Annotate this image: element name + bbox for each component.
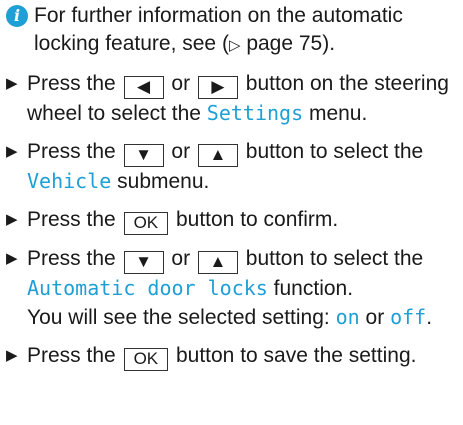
step-bullet-icon: ▶ bbox=[6, 75, 18, 92]
info-icon: i bbox=[6, 5, 28, 27]
down-arrow-button-icon: ▼ bbox=[123, 144, 164, 167]
step-bullet-icon: ▶ bbox=[6, 143, 18, 160]
info-note: i For further information on the automat… bbox=[6, 2, 457, 60]
right-arrow-button-icon: ▶ bbox=[197, 76, 238, 99]
step-text: button to confirm. bbox=[175, 208, 339, 231]
step-text: button to save the setting. bbox=[175, 344, 417, 367]
step-text: Press the bbox=[27, 208, 116, 231]
step-text: Press the bbox=[27, 72, 116, 95]
step-text: Press the bbox=[27, 140, 116, 163]
step-text: or bbox=[171, 72, 191, 95]
instruction-step-select-automatic-door-locks: ▶ Press the ▼ or ▲ button to select the … bbox=[6, 245, 457, 332]
step-text: Press the bbox=[27, 247, 116, 270]
step-text: or bbox=[365, 306, 385, 329]
step-text: . bbox=[426, 306, 433, 329]
step-text: button to select the bbox=[245, 140, 424, 163]
step-text: or bbox=[171, 140, 191, 163]
display-term-vehicle: Vehicle bbox=[27, 169, 112, 193]
step-text: menu. bbox=[308, 102, 368, 125]
step-text: or bbox=[171, 247, 191, 270]
step-text: submenu. bbox=[117, 170, 210, 193]
down-arrow-button-icon: ▼ bbox=[123, 251, 164, 274]
display-term-on: on bbox=[335, 305, 360, 329]
instruction-step-confirm: ▶ Press the OK button to confirm. bbox=[6, 206, 457, 235]
step-text: You will see the selected setting: bbox=[27, 306, 330, 329]
note-text-start: For further information on the automatic… bbox=[34, 4, 403, 55]
ok-button-icon: OK bbox=[123, 212, 169, 235]
left-arrow-button-icon: ◀ bbox=[123, 76, 164, 99]
step-text: button to select the bbox=[245, 247, 424, 270]
step-bullet-icon: ▶ bbox=[6, 211, 18, 228]
step-text: Press the bbox=[27, 344, 116, 367]
step-bullet-icon: ▶ bbox=[6, 250, 18, 267]
display-term-off: off bbox=[390, 305, 427, 329]
step-text: function. bbox=[273, 277, 354, 300]
note-text-end: page 75). bbox=[240, 32, 336, 55]
up-arrow-button-icon: ▲ bbox=[197, 144, 238, 167]
display-term-settings: Settings bbox=[206, 101, 304, 125]
manual-page: i For further information on the automat… bbox=[0, 0, 463, 425]
instruction-step-select-vehicle-submenu: ▶ Press the ▼ or ▲ button to select the … bbox=[6, 138, 457, 196]
ok-button-icon: OK bbox=[123, 348, 169, 371]
instruction-step-select-settings-menu: ▶ Press the ◀ or ▶ button on the steerin… bbox=[6, 70, 457, 128]
step-bullet-icon: ▶ bbox=[6, 347, 18, 364]
display-term-automatic-door-locks: Automatic door locks bbox=[27, 276, 268, 300]
page-reference-arrow-icon: ▷ bbox=[228, 37, 241, 54]
up-arrow-button-icon: ▲ bbox=[197, 251, 238, 274]
instruction-step-save-setting: ▶ Press the OK button to save the settin… bbox=[6, 342, 457, 371]
